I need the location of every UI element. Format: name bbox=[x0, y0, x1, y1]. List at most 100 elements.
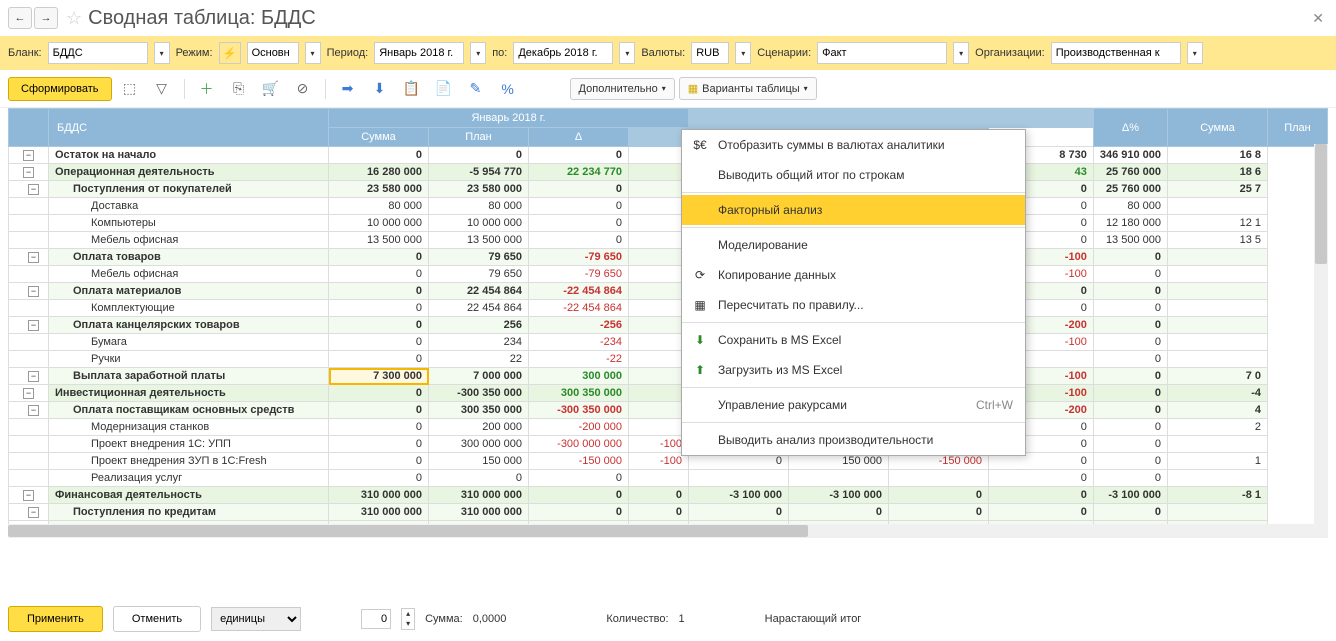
cell[interactable]: 0 bbox=[329, 436, 429, 453]
cell[interactable]: 0 bbox=[529, 470, 629, 487]
cell[interactable]: 0 bbox=[629, 504, 689, 521]
table-row[interactable]: Проект внедрения ЗУП в 1С:Fresh0150 000-… bbox=[9, 453, 1328, 470]
cube-icon[interactable]: ⬚ bbox=[116, 76, 144, 102]
cell[interactable]: 310 000 000 bbox=[329, 504, 429, 521]
tree-toggle[interactable]: − bbox=[28, 286, 39, 297]
cell[interactable]: 0 bbox=[529, 504, 629, 521]
cell[interactable]: 0 bbox=[1093, 419, 1167, 436]
org-input[interactable] bbox=[1051, 42, 1181, 64]
cell[interactable] bbox=[629, 419, 689, 436]
cell[interactable]: 310 000 000 bbox=[329, 487, 429, 504]
table-row[interactable]: −Выплата заработной платы7 300 0007 000 … bbox=[9, 368, 1328, 385]
num-spinner[interactable]: ▴▾ bbox=[401, 608, 415, 630]
cell[interactable] bbox=[629, 266, 689, 283]
filter-icon[interactable]: ▽ bbox=[148, 76, 176, 102]
tree-toggle[interactable]: − bbox=[28, 507, 39, 518]
cell[interactable]: -79 650 bbox=[529, 249, 629, 266]
cell[interactable]: 22 454 864 bbox=[429, 300, 529, 317]
cell[interactable]: 0 bbox=[889, 504, 989, 521]
arrow-down-icon[interactable]: ⬇ bbox=[366, 76, 394, 102]
percent-icon[interactable]: % bbox=[494, 76, 522, 102]
cell[interactable]: 16 8 bbox=[1168, 147, 1268, 164]
cancel-button[interactable]: Отменить bbox=[113, 606, 201, 632]
cell[interactable]: -100 bbox=[629, 436, 689, 453]
cell[interactable]: 0 bbox=[1093, 334, 1167, 351]
currency-dropdown[interactable]: ▾ bbox=[735, 42, 751, 64]
cell[interactable] bbox=[1168, 300, 1268, 317]
favorite-star-icon[interactable]: ☆ bbox=[66, 8, 82, 29]
table-row[interactable]: Мебель офисная079 650-79 6500-1000 bbox=[9, 266, 1328, 283]
cell[interactable]: 0 bbox=[329, 283, 429, 300]
cell[interactable]: 0 bbox=[329, 419, 429, 436]
tree-toggle[interactable]: − bbox=[28, 320, 39, 331]
period-from-input[interactable] bbox=[374, 42, 464, 64]
cell[interactable]: -200 000 bbox=[529, 419, 629, 436]
menu-row-totals[interactable]: Выводить общий итог по строкам bbox=[682, 160, 1025, 190]
nav-back-button[interactable]: ← bbox=[8, 7, 32, 29]
cell[interactable]: -8 1 bbox=[1168, 487, 1268, 504]
cell[interactable] bbox=[629, 470, 689, 487]
cell[interactable]: 0 bbox=[1093, 368, 1167, 385]
cell[interactable]: 310 000 000 bbox=[429, 487, 529, 504]
mode-input[interactable] bbox=[247, 42, 299, 64]
cell[interactable] bbox=[1168, 351, 1268, 368]
menu-perspectives[interactable]: Управление ракурсамиCtrl+W bbox=[682, 390, 1025, 420]
table-row[interactable]: −Оплата поставщикам основных средств0300… bbox=[9, 402, 1328, 419]
cell[interactable]: 0 bbox=[1093, 436, 1167, 453]
cell[interactable] bbox=[629, 198, 689, 215]
cell[interactable]: 0 bbox=[529, 215, 629, 232]
cell[interactable]: -100 bbox=[629, 453, 689, 470]
cell[interactable] bbox=[629, 283, 689, 300]
more-dropdown[interactable]: Дополнительно ▾ bbox=[570, 78, 675, 100]
table-row[interactable]: −Инвестиционная деятельность0-300 350 00… bbox=[9, 385, 1328, 402]
menu-load-excel[interactable]: ⬆Загрузить из MS Excel bbox=[682, 355, 1025, 385]
menu-perf-analysis[interactable]: Выводить анализ производительности bbox=[682, 425, 1025, 455]
cell[interactable]: 16 280 000 bbox=[329, 164, 429, 181]
table-row[interactable]: Проект внедрения 1С: УПП0300 000 000-300… bbox=[9, 436, 1328, 453]
cell[interactable]: 22 234 770 bbox=[529, 164, 629, 181]
currency-input[interactable] bbox=[691, 42, 729, 64]
cell[interactable]: 300 350 000 bbox=[429, 402, 529, 419]
cell[interactable] bbox=[629, 147, 689, 164]
cell[interactable]: 0 bbox=[1093, 402, 1167, 419]
period-from-dropdown[interactable]: ▾ bbox=[470, 42, 486, 64]
plus-icon[interactable]: ＋ bbox=[193, 76, 221, 102]
mode-dropdown[interactable]: ▾ bbox=[305, 42, 321, 64]
tree-toggle[interactable]: − bbox=[28, 405, 39, 416]
cell[interactable]: 7 000 000 bbox=[429, 368, 529, 385]
cell[interactable] bbox=[1168, 283, 1268, 300]
cell[interactable]: 256 bbox=[429, 317, 529, 334]
cell[interactable] bbox=[889, 470, 989, 487]
cell[interactable]: 0 bbox=[1093, 300, 1167, 317]
cell[interactable]: 25 7 bbox=[1168, 181, 1268, 198]
cell[interactable] bbox=[629, 249, 689, 266]
units-select[interactable]: единицы bbox=[211, 607, 301, 631]
cell[interactable] bbox=[1168, 266, 1268, 283]
cell[interactable]: 18 6 bbox=[1168, 164, 1268, 181]
tree-toggle[interactable]: − bbox=[23, 490, 34, 501]
cell[interactable]: 0 bbox=[329, 147, 429, 164]
tree-toggle[interactable]: − bbox=[23, 167, 34, 178]
pivot-table[interactable]: БДДС Январь 2018 г. Δ% Сумма План Сумма … bbox=[8, 108, 1328, 538]
cell[interactable] bbox=[1168, 504, 1268, 521]
cell[interactable]: -3 100 000 bbox=[1093, 487, 1167, 504]
cell[interactable]: 310 000 000 bbox=[429, 504, 529, 521]
cell[interactable]: -3 100 000 bbox=[789, 487, 889, 504]
cell[interactable]: 12 1 bbox=[1168, 215, 1268, 232]
cell[interactable] bbox=[629, 181, 689, 198]
cell[interactable]: 0 bbox=[429, 147, 529, 164]
paste-icon[interactable]: 📋 bbox=[398, 76, 426, 102]
scrollbar-horizontal[interactable] bbox=[8, 524, 1314, 538]
table-row[interactable]: Комплектующие022 454 864-22 454 86400 bbox=[9, 300, 1328, 317]
cell[interactable]: 300 000 bbox=[529, 368, 629, 385]
cell[interactable]: 0 bbox=[1093, 351, 1167, 368]
cell[interactable]: 0 bbox=[1093, 470, 1167, 487]
table-row[interactable]: −Поступления от покупателей23 580 00023 … bbox=[9, 181, 1328, 198]
cell[interactable]: -150 000 bbox=[529, 453, 629, 470]
table-row[interactable]: −Оплата материалов022 454 864-22 454 864… bbox=[9, 283, 1328, 300]
cell[interactable]: 346 910 000 bbox=[1093, 147, 1167, 164]
cell[interactable]: 13 500 000 bbox=[429, 232, 529, 249]
cell[interactable]: 300 350 000 bbox=[529, 385, 629, 402]
cell[interactable]: 13 500 000 bbox=[1093, 232, 1167, 249]
table-row[interactable]: Бумага0234-2344-1000 bbox=[9, 334, 1328, 351]
